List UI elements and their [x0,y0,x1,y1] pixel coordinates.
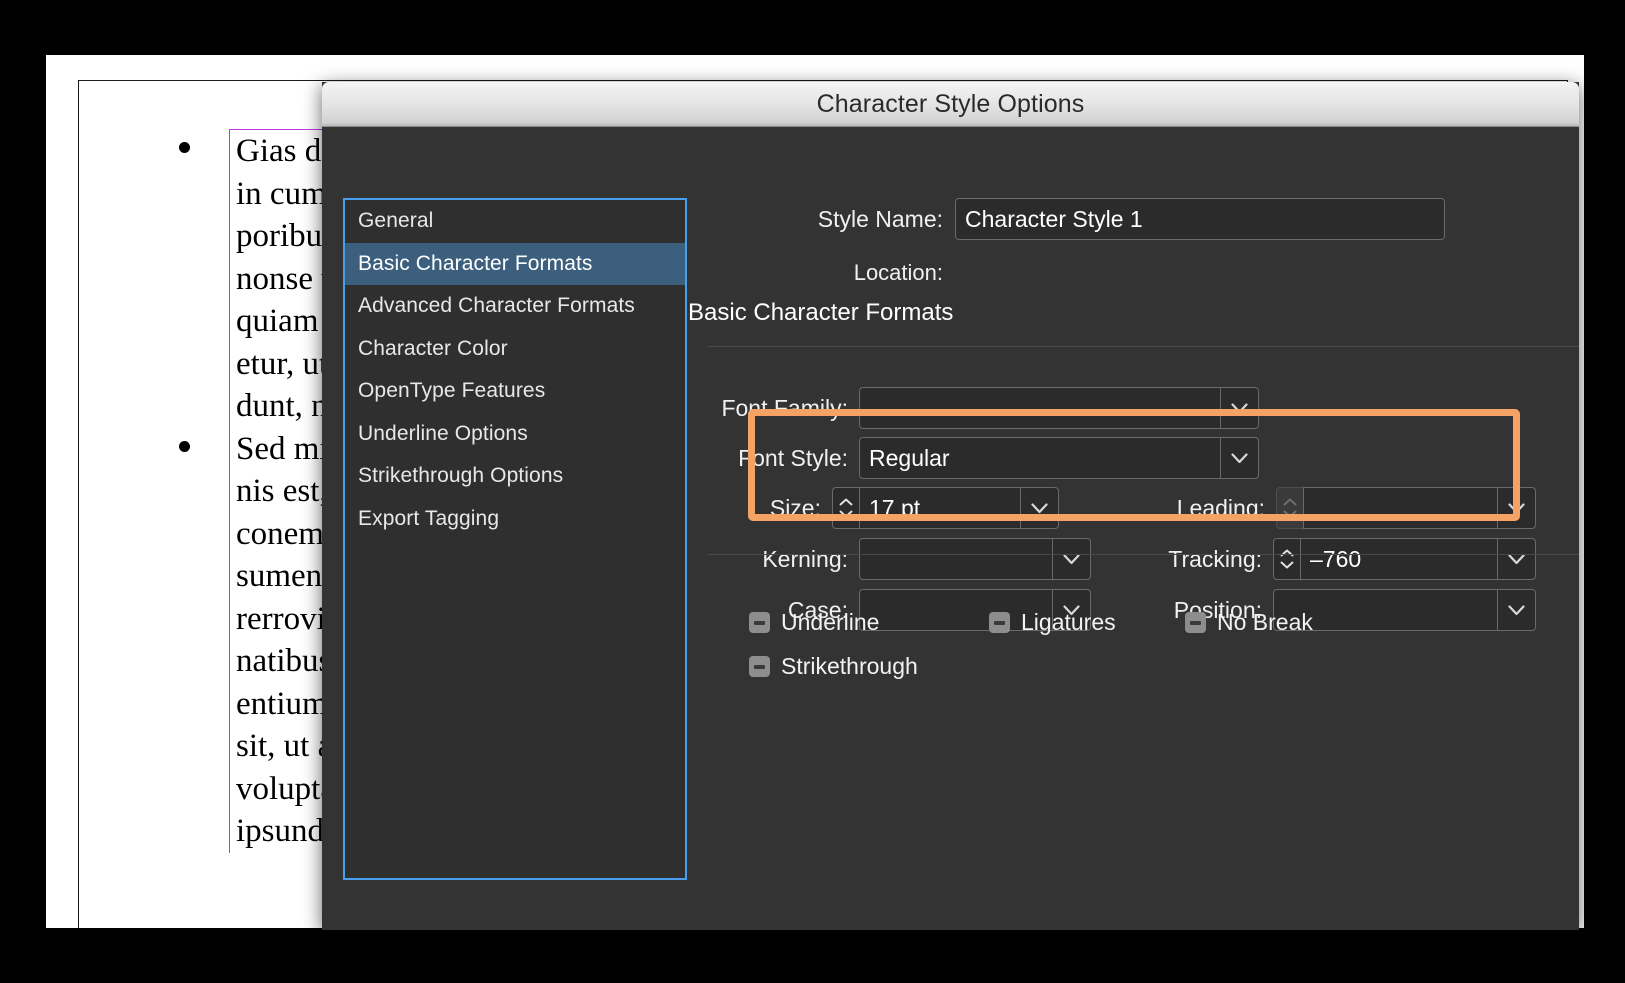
style-name-value: Character Style 1 [965,205,1143,232]
checkbox-label: No Break [1217,609,1313,635]
options-pane: Style Name: Character Style 1 Location: … [687,127,1579,930]
checkbox-label: Underline [781,609,880,635]
chevron-down-icon [1220,388,1258,428]
font-style-label: Font Style: [738,444,848,471]
checkbox-mixed-icon[interactable] [749,612,770,633]
chevron-down-icon [1052,539,1090,579]
kerning-select[interactable] [859,538,1091,580]
character-style-options-dialog: Character Style Options General Basic Ch… [322,82,1579,930]
font-style-row: Font Style: Regular [687,437,1259,479]
style-name-row: Style Name: Character Style 1 [687,198,1579,240]
checkbox-mixed-icon[interactable] [1185,612,1206,633]
sidebar-item-character-color[interactable]: Character Color [345,328,685,371]
sidebar-item-advanced-character-formats[interactable]: Advanced Character Formats [345,285,685,328]
checkbox-mixed-icon[interactable] [989,612,1010,633]
sidebar-item-label: General [358,209,434,233]
section-heading: Basic Character Formats [688,299,954,326]
font-family-row: Font Family: [687,387,1259,429]
size-select[interactable]: 17 pt [859,487,1059,529]
leading-stepper [1276,487,1303,529]
leading-row: Leading: [1106,487,1536,529]
sidebar-item-label: Underline Options [358,421,528,445]
style-name-input[interactable]: Character Style 1 [955,198,1445,240]
sidebar-item-label: Character Color [358,336,508,360]
category-list[interactable]: General Basic Character Formats Advanced… [343,198,687,880]
sidebar-item-opentype-features[interactable]: OpenType Features [345,370,685,413]
font-style-value: Regular [869,444,950,471]
size-value: 17 pt [869,494,921,521]
sidebar-item-label: Strikethrough Options [358,464,564,488]
sidebar-item-general[interactable]: General [345,200,685,243]
size-label: Size: [769,494,821,521]
checkbox-strikethrough[interactable]: Strikethrough [749,653,918,680]
kerning-label: Kerning: [762,545,848,572]
sidebar-item-label: Basic Character Formats [358,251,593,275]
tracking-select[interactable]: –760 [1300,538,1536,580]
location-row: Location: [687,260,1579,286]
chevron-down-icon [1497,539,1535,579]
checkbox-row-1: Underline Ligatures No Break [749,609,1313,636]
chevron-down-icon [1220,438,1258,478]
sidebar-item-export-tagging[interactable]: Export Tagging [345,498,685,541]
sidebar-item-strikethrough-options[interactable]: Strikethrough Options [345,455,685,498]
font-family-label: Font Family: [721,394,848,421]
checkbox-label: Strikethrough [781,653,918,679]
sidebar-item-label: Advanced Character Formats [358,294,635,318]
screen: Gias dolo in cum au poribus e nonse vol … [0,0,1625,983]
sidebar-item-underline-options[interactable]: Underline Options [345,413,685,456]
sidebar-item-label: OpenType Features [358,379,546,403]
checkbox-underline[interactable]: Underline [749,609,989,636]
checkbox-label: Ligatures [1021,609,1116,635]
checkbox-no-break[interactable]: No Break [1185,609,1313,636]
leading-select[interactable] [1303,487,1536,529]
font-style-select[interactable]: Regular [859,437,1259,479]
checkbox-ligatures[interactable]: Ligatures [989,609,1185,636]
location-label: Location: [853,260,943,285]
chevron-down-icon [1497,488,1535,528]
bullet-dot-icon [179,440,190,452]
bullet-dot-icon [179,142,190,153]
leading-label: Leading: [1176,494,1265,521]
checkbox-mixed-icon[interactable] [749,656,770,677]
checkbox-row-2: Strikethrough [749,653,1313,680]
font-family-select[interactable] [859,387,1259,429]
size-row: Size: 17 pt [687,487,1059,529]
size-stepper[interactable] [832,487,859,529]
divider-bottom [707,554,1579,555]
tracking-row: Tracking: –760 [1106,538,1536,580]
sidebar-item-label: Export Tagging [358,506,500,530]
dialog-titlebar[interactable]: Character Style Options [322,82,1579,127]
chevron-down-icon [1497,590,1535,630]
checkbox-group: Underline Ligatures No Break Strikethrou… [749,609,1313,697]
tracking-label: Tracking: [1168,545,1262,572]
kerning-row: Kerning: [687,538,1091,580]
dialog-body: General Basic Character Formats Advanced… [322,127,1579,930]
style-name-label: Style Name: [817,205,943,232]
tracking-value: –760 [1310,545,1362,572]
sidebar-item-basic-character-formats[interactable]: Basic Character Formats [345,242,685,285]
chevron-down-icon [1020,488,1058,528]
dialog-title: Character Style Options [816,90,1085,118]
tracking-stepper[interactable] [1273,538,1300,580]
divider-top [707,346,1579,347]
